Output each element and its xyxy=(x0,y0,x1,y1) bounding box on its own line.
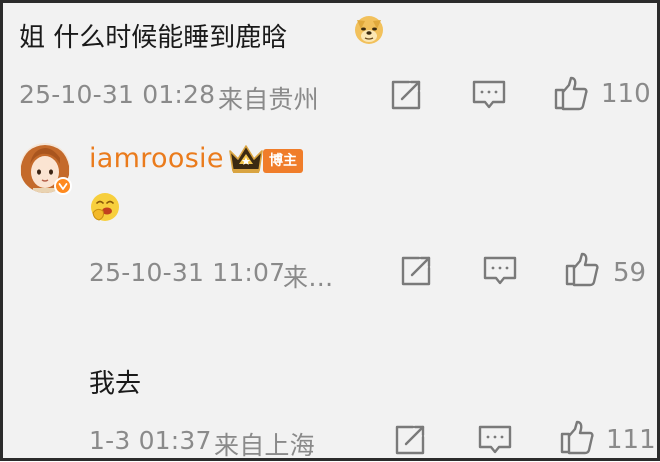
crown-icon xyxy=(227,142,265,176)
avatar[interactable] xyxy=(19,142,75,198)
comment-1-like-icon[interactable] xyxy=(553,75,589,111)
reply-share-icon[interactable] xyxy=(399,254,433,288)
comment-1-reply-icon[interactable] xyxy=(471,79,507,111)
reply-location: 来… xyxy=(283,263,334,292)
comment-2-timestamp: 1-3 01:37 xyxy=(89,426,212,455)
comment-1-like-count: 110 xyxy=(601,79,651,109)
comment-2-reply-icon[interactable] xyxy=(477,424,513,456)
reply-like-icon[interactable] xyxy=(564,251,600,287)
comment-1-share-icon[interactable] xyxy=(389,78,423,112)
comment-2-text: 我去 xyxy=(89,369,142,399)
comment-2-share-icon[interactable] xyxy=(393,423,427,457)
comment-2-like-icon[interactable] xyxy=(559,419,595,455)
doge-emoji-icon xyxy=(352,12,386,46)
username[interactable]: iamroosie xyxy=(89,143,224,174)
shy-laugh-emoji-icon xyxy=(89,191,121,223)
comment-1-timestamp: 25-10-31 01:28 xyxy=(19,80,216,109)
reply-timestamp: 25-10-31 11:07 xyxy=(89,258,286,287)
comment-2-like-count: 111 xyxy=(606,425,656,455)
comment-1-location: 来自贵州 xyxy=(218,85,319,114)
reply-like-count: 59 xyxy=(613,258,647,288)
reply-reply-icon[interactable] xyxy=(482,255,518,287)
comment-2-location: 来自上海 xyxy=(214,431,315,460)
comment-panel: 姐 什么时候能睡到鹿晗 25-10-31 01:28 来自贵州 110 iamr… xyxy=(0,0,660,461)
blogger-badge: 博主 xyxy=(263,149,303,173)
comment-1-text: 姐 什么时候能睡到鹿晗 xyxy=(19,23,288,53)
